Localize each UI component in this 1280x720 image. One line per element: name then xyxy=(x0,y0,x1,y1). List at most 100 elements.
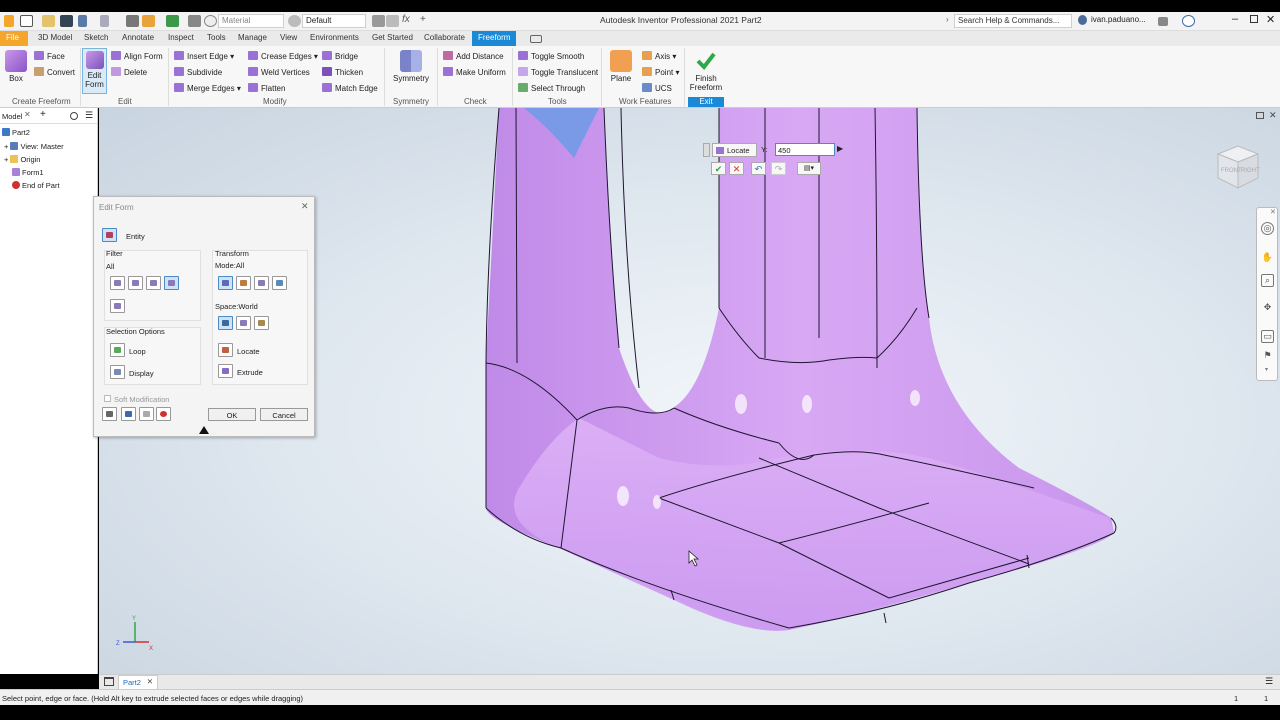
redo-icon[interactable] xyxy=(100,15,109,27)
doc-tab-close-icon[interactable]: ✕ xyxy=(147,677,153,686)
mode-rotate-button[interactable] xyxy=(254,276,269,290)
mini-toolbar-grip[interactable] xyxy=(703,143,710,157)
filter-all-button[interactable] xyxy=(164,276,179,290)
browser-close-icon[interactable]: ✕ xyxy=(24,110,31,119)
tab-sketch[interactable]: Sketch xyxy=(78,31,114,46)
tab-environments[interactable]: Environments xyxy=(304,31,365,46)
view-face-icon[interactable]: ⚑ xyxy=(1261,350,1274,363)
subdivide-button[interactable]: Subdivide xyxy=(174,67,222,77)
home-tab-icon[interactable] xyxy=(104,677,114,686)
mode-scale-button[interactable] xyxy=(272,276,287,290)
dialog-undo-button[interactable] xyxy=(121,407,136,421)
edit-form-button[interactable]: Edit Form xyxy=(82,48,107,94)
display-button[interactable] xyxy=(110,365,125,379)
adjust-icon[interactable] xyxy=(386,15,399,27)
browser-menu-icon[interactable]: ☰ xyxy=(85,110,93,121)
help-icon[interactable] xyxy=(1182,15,1195,27)
tab-freeform[interactable]: Freeform xyxy=(472,31,516,46)
nav-menu-icon[interactable]: ▾ xyxy=(1265,366,1268,373)
save-icon[interactable] xyxy=(60,15,73,27)
face-button[interactable]: Face xyxy=(34,51,65,61)
tree-item-part2[interactable]: Part2 xyxy=(2,128,30,137)
mini-undo-icon[interactable]: ↶ xyxy=(751,162,766,175)
viewport-close-icon[interactable]: ✕ xyxy=(1269,110,1277,121)
nav-close-icon[interactable]: ✕ xyxy=(1270,208,1276,216)
extrude-button[interactable] xyxy=(218,364,233,378)
material-dropdown[interactable]: Material xyxy=(218,14,284,28)
appearance-dropdown[interactable]: Default xyxy=(302,14,366,28)
ribbon-options-icon[interactable] xyxy=(530,35,542,43)
tab-get-started[interactable]: Get Started xyxy=(366,31,419,46)
loop-button[interactable] xyxy=(110,343,125,357)
look-at-icon[interactable]: ▭ xyxy=(1261,330,1274,343)
help-chevron-icon[interactable]: › xyxy=(946,15,949,24)
dialog-reset-button[interactable] xyxy=(156,407,171,421)
axis-button[interactable]: Axis ▾ xyxy=(642,51,676,61)
add-icon[interactable]: + xyxy=(420,14,426,25)
point-button[interactable]: Point ▾ xyxy=(642,67,679,77)
space-view-button[interactable] xyxy=(236,316,251,330)
insert-edge-button[interactable]: Insert Edge ▾ xyxy=(174,51,234,61)
dialog-close-button[interactable]: ✕ xyxy=(301,201,309,212)
add-distance-button[interactable]: Add Distance xyxy=(443,51,504,61)
tree-item-view-master[interactable]: + View: Master xyxy=(4,142,64,151)
browser-search-icon[interactable] xyxy=(70,112,78,120)
finish-freeform-button[interactable]: Finish Freeform xyxy=(688,50,724,92)
select-icon[interactable] xyxy=(142,15,155,27)
cancel-x-icon[interactable]: ✕ xyxy=(729,162,744,175)
tab-annotate[interactable]: Annotate xyxy=(116,31,160,46)
dialog-help-button[interactable] xyxy=(102,407,117,421)
clear-appearance-icon[interactable] xyxy=(372,15,385,27)
tab-file[interactable]: File xyxy=(0,31,28,46)
toggle-smooth-button[interactable]: Toggle Smooth xyxy=(518,51,584,61)
filter-vertex-button[interactable] xyxy=(110,276,125,290)
make-uniform-button[interactable]: Make Uniform xyxy=(443,67,506,77)
select-through-button[interactable]: Select Through xyxy=(518,83,585,93)
soft-modification-checkbox[interactable] xyxy=(104,395,111,402)
flatten-button[interactable]: Flatten xyxy=(248,83,285,93)
fx-button[interactable]: fx xyxy=(402,14,410,25)
y-value-input[interactable]: 450 xyxy=(775,143,835,156)
dialog-redo-button[interactable] xyxy=(139,407,154,421)
filter-face-button[interactable] xyxy=(146,276,161,290)
tab-view[interactable]: View xyxy=(274,31,303,46)
filter-edge-button[interactable] xyxy=(128,276,143,290)
space-local-button[interactable] xyxy=(254,316,269,330)
expand-arrow-icon[interactable]: ▶ xyxy=(837,144,843,153)
crease-edges-button[interactable]: Crease Edges ▾ xyxy=(248,51,318,61)
box-button[interactable]: Box xyxy=(4,50,28,83)
cart-icon[interactable] xyxy=(1158,17,1168,26)
tab-inspect[interactable]: Inspect xyxy=(162,31,200,46)
tab-manage[interactable]: Manage xyxy=(232,31,273,46)
locate-mode-button[interactable]: Locate xyxy=(712,143,757,157)
ok-button[interactable]: OK xyxy=(208,408,256,421)
update-icon[interactable] xyxy=(166,15,179,27)
symmetry-button[interactable]: Symmetry xyxy=(390,50,432,83)
app-logo-icon[interactable] xyxy=(4,15,14,27)
tree-item-end-of-part[interactable]: End of Part xyxy=(12,181,60,190)
plane-button[interactable]: Plane xyxy=(607,50,635,83)
browser-title[interactable]: Model xyxy=(2,112,22,121)
tree-item-form1[interactable]: Form1 xyxy=(12,168,44,177)
weld-vertices-button[interactable]: Weld Vertices xyxy=(248,67,310,77)
mode-translate-button[interactable] xyxy=(236,276,251,290)
viewport-restore-icon[interactable] xyxy=(1256,112,1264,119)
cancel-button[interactable]: Cancel xyxy=(260,408,308,421)
match-edge-button[interactable]: Match Edge xyxy=(322,83,378,93)
tab-3d-model[interactable]: 3D Model xyxy=(32,31,78,46)
bridge-button[interactable]: Bridge xyxy=(322,51,358,61)
entity-select-button[interactable] xyxy=(102,228,117,242)
steering-wheel-icon[interactable]: ◎ xyxy=(1261,222,1274,235)
delete-button[interactable]: Delete xyxy=(111,67,147,77)
tabs-menu-icon[interactable]: ☰ xyxy=(1265,676,1273,687)
browser-add-icon[interactable]: + xyxy=(40,109,46,120)
home-icon[interactable] xyxy=(126,15,139,27)
no-material-icon[interactable] xyxy=(204,15,217,27)
toggle-translucent-button[interactable]: Toggle Translucent xyxy=(518,67,598,77)
thicken-button[interactable]: Thicken xyxy=(322,67,363,77)
open-file-icon[interactable] xyxy=(42,15,55,27)
tab-collaborate[interactable]: Collaborate xyxy=(418,31,471,46)
new-file-icon[interactable] xyxy=(20,15,33,27)
help-search-input[interactable]: Search Help & Commands... xyxy=(954,14,1072,28)
merge-edges-button[interactable]: Merge Edges ▾ xyxy=(174,83,241,93)
